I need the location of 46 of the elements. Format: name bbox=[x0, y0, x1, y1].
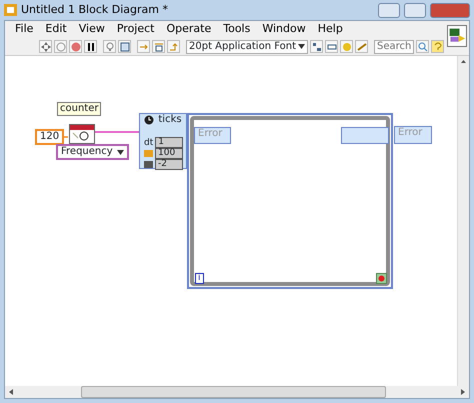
menu-item[interactable]: Project bbox=[110, 21, 160, 38]
scrollbar-thumb[interactable] bbox=[81, 386, 386, 398]
left-data-node: Error bbox=[194, 127, 231, 144]
retain-wire-icon[interactable] bbox=[118, 40, 131, 53]
output-node: Error bbox=[394, 126, 432, 144]
font-dropdown[interactable]: 20pt Application Font bbox=[186, 40, 308, 54]
menu-item[interactable]: Edit bbox=[39, 21, 73, 38]
input-value: 1 bbox=[155, 137, 184, 148]
window-title: Untitled 1 Block Diagram * bbox=[21, 2, 168, 18]
counter-label: counter bbox=[57, 102, 102, 116]
lightbulb-icon[interactable] bbox=[103, 40, 116, 53]
menu-item[interactable]: View bbox=[72, 21, 111, 38]
menu-item[interactable]: Operate bbox=[160, 21, 218, 38]
caret-icon bbox=[298, 44, 305, 49]
menu-item[interactable]: Help bbox=[312, 21, 349, 38]
menu-item[interactable]: Window bbox=[256, 21, 312, 38]
menu-item[interactable]: Tools bbox=[217, 21, 256, 38]
clock-icon bbox=[144, 115, 154, 125]
caret-icon bbox=[116, 150, 124, 154]
search-field[interactable]: Search bbox=[374, 40, 414, 54]
enum-dropdown[interactable]: Frequency bbox=[56, 144, 129, 160]
search-icon[interactable] bbox=[416, 40, 429, 53]
app-icon bbox=[4, 4, 17, 16]
step-over-icon[interactable] bbox=[152, 40, 165, 53]
subvi-icon bbox=[69, 124, 95, 144]
distribute-icon[interactable] bbox=[325, 40, 338, 53]
right-data-node bbox=[341, 127, 389, 144]
minimize-button[interactable] bbox=[378, 2, 400, 18]
menu-item[interactable]: File bbox=[9, 21, 40, 38]
maximize-button[interactable] bbox=[404, 2, 426, 18]
wire bbox=[95, 131, 139, 133]
input-label: dt bbox=[144, 136, 154, 148]
pause-icon[interactable] bbox=[84, 40, 97, 53]
run-icon[interactable] bbox=[39, 40, 52, 53]
step-into-icon[interactable] bbox=[137, 40, 150, 53]
run-continuously-icon[interactable] bbox=[54, 40, 67, 53]
help-icon[interactable] bbox=[431, 40, 444, 53]
numeric-constant: 120 bbox=[35, 129, 64, 145]
stop-terminal bbox=[376, 273, 387, 284]
loop-title: ticks bbox=[158, 114, 182, 126]
align-icon[interactable] bbox=[310, 40, 323, 53]
input-value: -2 bbox=[155, 159, 183, 170]
step-out-icon[interactable] bbox=[167, 40, 180, 53]
close-button[interactable] bbox=[430, 2, 470, 18]
input-value: 100 bbox=[155, 148, 183, 159]
vi-icon[interactable] bbox=[447, 25, 467, 47]
